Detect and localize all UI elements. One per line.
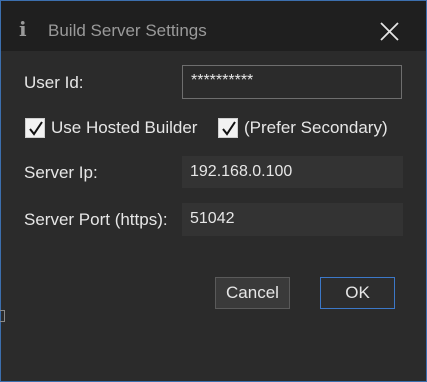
resize-grip <box>0 310 5 322</box>
prefer-secondary-label: (Prefer Secondary) <box>244 118 388 137</box>
close-icon <box>380 22 399 41</box>
user-id-field[interactable]: ********** <box>182 65 402 99</box>
checkmark-icon <box>29 121 43 136</box>
build-server-settings-dialog: i Build Server Settings User Id: *******… <box>0 0 427 382</box>
close-button[interactable] <box>373 15 407 47</box>
ok-button[interactable]: OK <box>320 277 395 309</box>
server-ip-label: Server Ip: <box>24 163 98 182</box>
prefer-secondary-checkbox[interactable] <box>218 118 238 138</box>
user-id-label: User Id: <box>24 73 84 92</box>
title-bar[interactable]: i Build Server Settings <box>1 1 426 51</box>
server-port-label: Server Port (https): <box>24 210 168 229</box>
info-icon: i <box>19 17 27 41</box>
server-port-field[interactable]: 51042 <box>182 203 403 236</box>
cancel-button[interactable]: Cancel <box>215 277 290 309</box>
window-title: Build Server Settings <box>48 21 207 40</box>
use-hosted-builder-checkbox[interactable] <box>25 118 45 138</box>
server-ip-field[interactable]: 192.168.0.100 <box>182 156 403 188</box>
use-hosted-builder-label: Use Hosted Builder <box>51 118 198 137</box>
checkmark-icon <box>222 121 236 136</box>
